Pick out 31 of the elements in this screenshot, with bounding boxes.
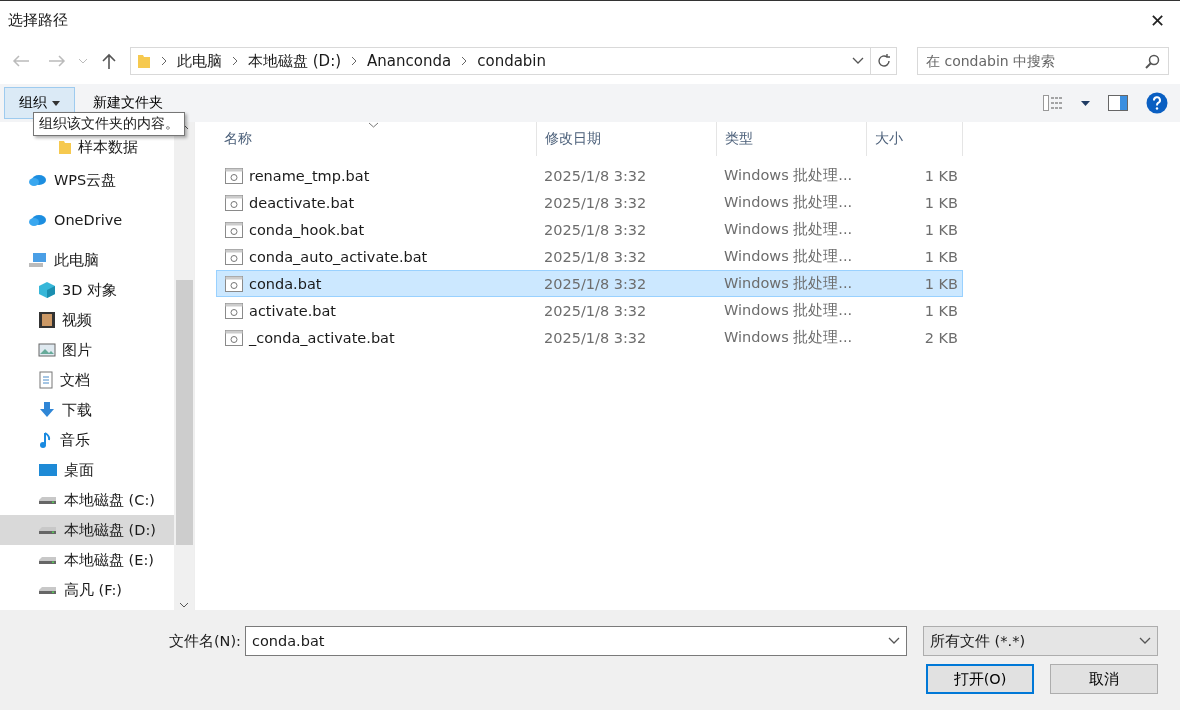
- size-cell-text: 1 KB: [923, 194, 959, 211]
- date-cell-text: 2025/1/8 3:32: [543, 221, 648, 238]
- tooltip: 组织该文件夹的内容。: [33, 112, 185, 136]
- file-name-cell: activate.bat: [217, 302, 536, 319]
- type-cell-text: Windows 批处理...: [723, 166, 854, 185]
- date-cell-text: 2025/1/8 3:32: [543, 329, 648, 346]
- file-name-cell: conda.bat: [217, 275, 536, 292]
- window-title: 选择路径: [8, 11, 68, 30]
- type-cell-text: Windows 批处理...: [723, 274, 854, 293]
- size-cell-text: 1 KB: [923, 275, 959, 292]
- size-cell-text: 1 KB: [923, 167, 959, 184]
- type-cell-text: Windows 批处理...: [723, 328, 854, 347]
- size-cell-text: 1 KB: [923, 248, 959, 265]
- date-cell-text: 2025/1/8 3:32: [543, 194, 648, 211]
- file-name-cell: conda_hook.bat: [217, 221, 536, 238]
- date-cell-text: 2025/1/8 3:32: [543, 248, 648, 265]
- file-name-cell: _conda_activate.bat: [217, 329, 536, 346]
- file-name-cell: deactivate.bat: [217, 194, 536, 211]
- size-cell-text: 2 KB: [923, 329, 959, 346]
- type-cell-text: Windows 批处理...: [723, 301, 854, 320]
- date-cell-text: 2025/1/8 3:32: [543, 302, 648, 319]
- file-name-cell: conda_auto_activate.bat: [217, 248, 536, 265]
- size-cell-text: 1 KB: [923, 302, 959, 319]
- date-cell-text: 2025/1/8 3:32: [543, 275, 648, 292]
- date-cell-text: 2025/1/8 3:32: [543, 167, 648, 184]
- file-name-cell: rename_tmp.bat: [217, 167, 536, 184]
- type-cell-text: Windows 批处理...: [723, 247, 854, 266]
- size-cell-text: 1 KB: [923, 221, 959, 238]
- type-cell-text: Windows 批处理...: [723, 193, 854, 212]
- type-cell-text: Windows 批处理...: [723, 220, 854, 239]
- filename-label: 文件名(N):: [168, 631, 241, 651]
